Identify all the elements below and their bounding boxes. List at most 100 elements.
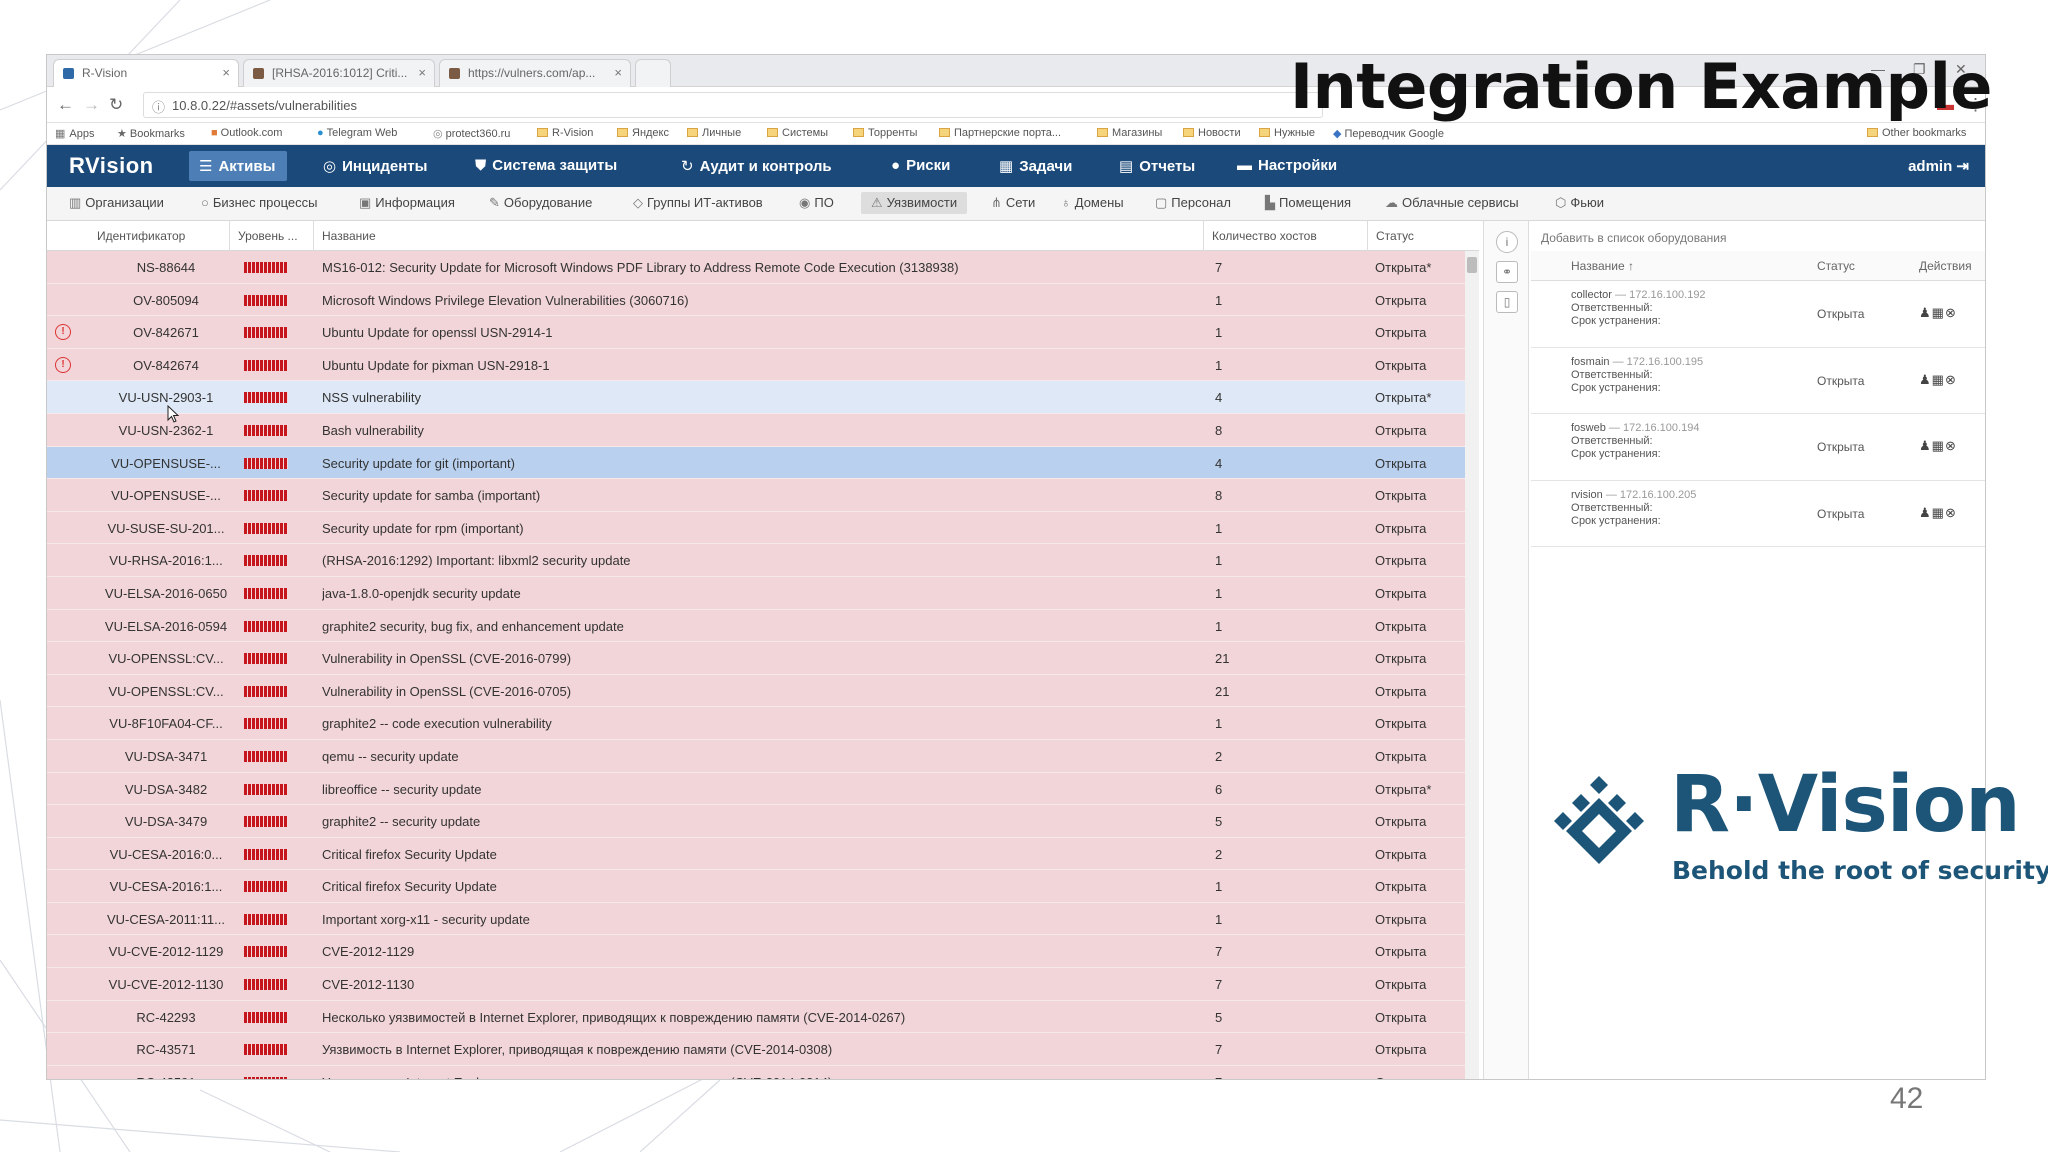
table-row[interactable]: VU-USN-2903-1 NSS vulnerability 4 Открыта* — [47, 381, 1479, 414]
table-row[interactable]: VU-8F10FA04-CF... graphite2 -- code execu… — [47, 707, 1479, 740]
forward-icon[interactable]: → — [83, 95, 100, 115]
column-header-id[interactable]: Идентификатор — [97, 229, 185, 243]
table-row[interactable]: VU-ELSA-2016-0594 graphite2 security, bug… — [47, 609, 1479, 643]
panel-column-name[interactable]: Название ↑ — [1571, 259, 1634, 273]
table-row[interactable]: VU-SUSE-SU-201... Security update for rpm… — [47, 511, 1479, 545]
nav-tab-reports[interactable]: ▤ Отчеты — [1109, 151, 1207, 181]
subnav-domains[interactable]: ♁ Домены — [1061, 195, 1124, 210]
subnav-premises[interactable]: ▙ Помещения — [1265, 195, 1351, 211]
subnav-asset-groups[interactable]: ◇ Группы ИТ-активов — [633, 195, 763, 211]
browser-tab[interactable]: [RHSA-2016:1012] Criti... × — [243, 59, 435, 87]
new-tab-button[interactable] — [635, 59, 671, 87]
bookmark-item[interactable]: Магазины — [1097, 127, 1162, 139]
calendar-icon[interactable]: ▦ — [1932, 438, 1945, 453]
column-header-level[interactable]: Уровень ... — [229, 221, 298, 251]
assign-user-icon[interactable]: ♟ — [1919, 372, 1932, 387]
column-header-name[interactable]: Название — [313, 221, 376, 251]
table-row[interactable]: VU-DSA-3471 qemu -- security update 2 Откры… — [47, 739, 1479, 773]
table-row[interactable]: VU-DSA-3482 libreoffice -- security updat… — [47, 772, 1479, 806]
close-icon[interactable]: × — [614, 65, 622, 80]
table-row[interactable]: VU-OPENSUSE-... Security update for samba… — [47, 479, 1479, 512]
bookmark-item[interactable]: ◎ protect360.ru — [433, 127, 510, 140]
subnav-organizations[interactable]: ▥ Организации — [69, 195, 164, 211]
close-icon[interactable]: × — [418, 65, 426, 80]
host-row[interactable]: collector — 172.16.100.192 Ответственный:… — [1531, 281, 1985, 348]
nav-tab-settings[interactable]: ▬ Настройки — [1227, 151, 1349, 181]
table-row[interactable]: ! OV-842674 Ubuntu Update for pixman USN-2… — [47, 348, 1479, 382]
add-to-equipment-link[interactable]: Добавить в список оборудования — [1541, 231, 1726, 245]
bookmark-item[interactable]: Новости — [1183, 127, 1241, 139]
scrollbar-thumb[interactable] — [1467, 257, 1477, 273]
bookmark-item[interactable]: Партнерские порта... — [939, 127, 1061, 139]
bookmark-item[interactable]: ■ Outlook.com — [211, 127, 282, 139]
calendar-icon[interactable]: ▦ — [1932, 372, 1945, 387]
table-row[interactable]: OV-805094 Microsoft Windows Privilege Ele… — [47, 283, 1479, 317]
bookmark-other[interactable]: Other bookmarks — [1867, 127, 1966, 139]
subnav-business-processes[interactable]: ○ Бизнес процессы — [201, 195, 318, 210]
info-icon[interactable]: i — [1496, 231, 1518, 253]
table-row[interactable]: ! OV-842671 Ubuntu Update for openssl USN-… — [47, 316, 1479, 349]
table-row[interactable]: VU-RHSA-2016:1... (RHSA-2016:1292) Import… — [47, 544, 1479, 577]
link-icon[interactable]: ⚭ — [1496, 261, 1518, 283]
table-scrollbar[interactable] — [1465, 251, 1479, 1079]
panel-column-status[interactable]: Статус — [1817, 259, 1855, 273]
host-row[interactable]: fosmain — 172.16.100.195 Ответственный: Ср… — [1531, 347, 1985, 414]
table-row[interactable]: VU-OPENSUSE-... Security update for git (… — [47, 446, 1479, 480]
subnav-networks[interactable]: ⋔ Сети — [991, 195, 1035, 211]
close-icon[interactable]: × — [222, 65, 230, 80]
calendar-icon[interactable]: ▦ — [1932, 305, 1945, 320]
bookmark-apps[interactable]: ▦ Apps — [55, 127, 94, 140]
logout-icon[interactable]: ⇥ — [1956, 158, 1969, 175]
table-row[interactable]: VU-CESA-2016:1... Critical firefox Securi… — [47, 870, 1479, 903]
column-header-status[interactable]: Статус — [1367, 221, 1414, 251]
host-row[interactable]: rvision — 172.16.100.205 Ответственный: Ср… — [1531, 480, 1985, 547]
assign-user-icon[interactable]: ♟ — [1919, 438, 1932, 453]
close-circle-icon[interactable]: ⊗ — [1945, 438, 1957, 453]
subnav-equipment[interactable]: ✎ Оборудование — [489, 195, 592, 211]
calendar-icon[interactable]: ▦ — [1932, 505, 1945, 520]
assign-user-icon[interactable]: ♟ — [1919, 505, 1932, 520]
table-row[interactable]: RC-43591 Уязвимость в Internet Explorer, … — [47, 1065, 1479, 1079]
subnav-other[interactable]: ⬡ Фьюи — [1555, 195, 1604, 211]
subnav-cloud-services[interactable]: ☁ Облачные сервисы — [1385, 195, 1519, 211]
table-row[interactable]: VU-DSA-3479 graphite2 -- security update 5… — [47, 805, 1479, 838]
nav-tab-risks[interactable]: ● Риски — [881, 151, 962, 181]
subnav-vulnerabilities[interactable]: ⚠ Уязвимости — [861, 192, 968, 214]
nav-tab-assets[interactable]: ☰ Активы — [189, 151, 288, 181]
table-row[interactable]: VU-CVE-2012-1129 CVE-2012-1129 7 Открыта — [47, 935, 1479, 969]
column-header-hosts[interactable]: Количество хостов — [1203, 221, 1317, 251]
bookmark-item[interactable]: R-Vision — [537, 127, 593, 139]
table-row[interactable]: VU-USN-2362-1 Bash vulnerability 8 Открыта — [47, 413, 1479, 447]
nav-tab-tasks[interactable]: ▦ Задачи — [989, 151, 1084, 181]
reload-icon[interactable]: ↻ — [109, 95, 123, 115]
close-circle-icon[interactable]: ⊗ — [1945, 372, 1957, 387]
bookmark-item[interactable]: Системы — [767, 127, 828, 139]
table-row[interactable]: VU-OPENSSL:CV... Vulnerability in OpenSSL… — [47, 642, 1479, 675]
user-menu[interactable]: admin ⇥ — [1908, 157, 1969, 175]
bookmark-item[interactable]: Нужные — [1259, 127, 1315, 139]
assign-user-icon[interactable]: ♟ — [1919, 305, 1932, 320]
close-circle-icon[interactable]: ⊗ — [1945, 505, 1957, 520]
table-row[interactable]: RC-42293 Несколько уязвимостей в Internet… — [47, 1000, 1479, 1034]
nav-tab-incidents[interactable]: ◎ Инциденты — [313, 151, 439, 181]
table-row[interactable]: VU-OPENSSL:CV... Vulnerability in OpenSSL… — [47, 674, 1479, 708]
table-row[interactable]: VU-CESA-2011:11... Important xorg-x11 - s… — [47, 902, 1479, 936]
bookmark-item[interactable]: Личные — [687, 127, 741, 139]
browser-tab[interactable]: R-Vision × — [53, 59, 239, 87]
table-row[interactable]: VU-CVE-2012-1130 CVE-2012-1130 7 Открыта — [47, 968, 1479, 1001]
bookmark-item[interactable]: Яндекс — [617, 127, 669, 139]
table-row[interactable]: VU-ELSA-2016-0650 java-1.8.0-openjdk secu… — [47, 576, 1479, 610]
app-logo[interactable]: RVision — [69, 153, 154, 179]
host-row[interactable]: fosweb — 172.16.100.194 Ответственный: Сро… — [1531, 414, 1985, 481]
subnav-personnel[interactable]: ▢ Персонал — [1155, 195, 1231, 211]
subnav-information[interactable]: ▣ Информация — [359, 195, 455, 211]
table-row[interactable]: NS-88644 MS16-012: Security Update for Mi… — [47, 251, 1479, 284]
url-input[interactable]: ⓘ 10.8.0.22/#assets/vulnerabilities — [143, 92, 1323, 118]
bookmark-item[interactable]: ◆ Переводчик Google — [1333, 127, 1444, 140]
nav-tab-audit[interactable]: ↻ Аудит и контроль — [671, 151, 844, 181]
document-icon[interactable]: ▯ — [1496, 291, 1518, 313]
table-row[interactable]: VU-CESA-2016:0... Critical firefox Securi… — [47, 837, 1479, 871]
table-row[interactable]: RC-43571 Уязвимость в Internet Explorer, … — [47, 1033, 1479, 1066]
subnav-software[interactable]: ◉ ПО — [799, 195, 834, 211]
bookmark-item[interactable]: ★ Bookmarks — [117, 127, 185, 140]
